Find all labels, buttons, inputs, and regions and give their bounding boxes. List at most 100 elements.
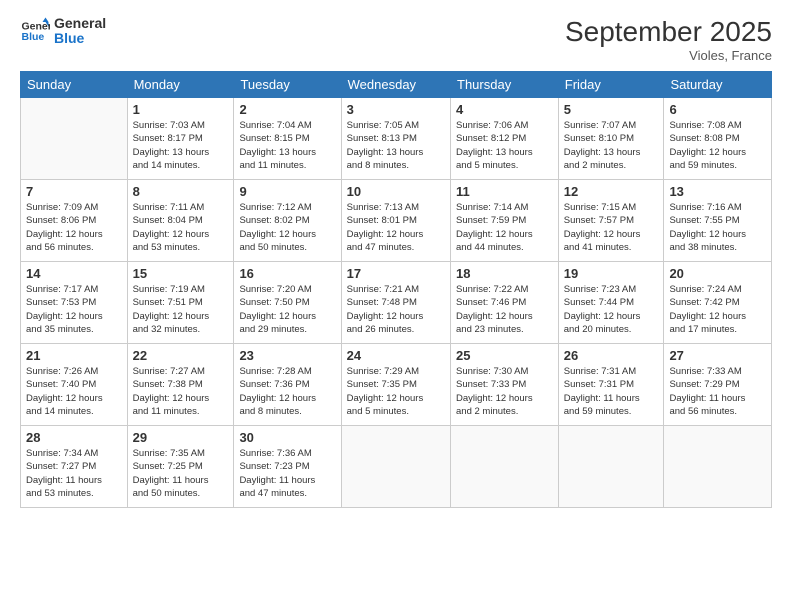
day-info: Sunrise: 7:35 AMSunset: 7:25 PMDaylight:…	[133, 447, 229, 500]
day-cell: 21Sunrise: 7:26 AMSunset: 7:40 PMDayligh…	[21, 344, 128, 426]
day-cell: 27 Sunrise: 7:33 AMSunset: 7:29 PMDayligh…	[664, 344, 772, 426]
day-number: 28	[26, 430, 122, 445]
day-header: Tuesday	[234, 72, 341, 98]
day-info: Sunrise: 7:05 AMSunset: 8:13 PMDaylight:…	[347, 119, 445, 172]
logo-line2: Blue	[54, 31, 106, 46]
day-number: 6	[669, 102, 766, 117]
day-number: 25	[456, 348, 553, 363]
day-cell: 22 Sunrise: 7:27 AMSunset: 7:38 PMDayligh…	[127, 344, 234, 426]
day-cell: 17 Sunrise: 7:21 AMSunset: 7:48 PMDayligh…	[341, 262, 450, 344]
day-info: Sunrise: 7:11 AMSunset: 8:04 PMDaylight:…	[133, 201, 229, 254]
day-cell: 18 Sunrise: 7:22 AMSunset: 7:46 PMDayligh…	[451, 262, 559, 344]
day-info: Sunrise: 7:27 AMSunset: 7:38 PMDaylight:…	[133, 365, 229, 418]
day-cell: 29Sunrise: 7:35 AMSunset: 7:25 PMDayligh…	[127, 426, 234, 508]
day-info: Sunrise: 7:36 AMSunset: 7:23 PMDaylight:…	[239, 447, 335, 500]
day-info: Sunrise: 7:29 AMSunset: 7:35 PMDaylight:…	[347, 365, 445, 418]
day-info: Sunrise: 7:34 AMSunset: 7:27 PMDaylight:…	[26, 447, 122, 500]
day-number: 13	[669, 184, 766, 199]
header-row: SundayMondayTuesdayWednesdayThursdayFrid…	[21, 72, 772, 98]
day-number: 17	[347, 266, 445, 281]
day-cell: 25 Sunrise: 7:30 AMSunset: 7:33 PMDayligh…	[451, 344, 559, 426]
day-info: Sunrise: 7:22 AMSunset: 7:46 PMDaylight:…	[456, 283, 553, 336]
week-row: 7 Sunrise: 7:09 AMSunset: 8:06 PMDaylight…	[21, 180, 772, 262]
day-number: 15	[133, 266, 229, 281]
day-number: 5	[564, 102, 659, 117]
day-info: Sunrise: 7:13 AMSunset: 8:01 PMDaylight:…	[347, 201, 445, 254]
logo: General Blue General Blue	[20, 16, 106, 47]
day-info: Sunrise: 7:17 AMSunset: 7:53 PMDaylight:…	[26, 283, 122, 336]
day-info: Sunrise: 7:14 AMSunset: 7:59 PMDaylight:…	[456, 201, 553, 254]
day-info: Sunrise: 7:20 AMSunset: 7:50 PMDaylight:…	[239, 283, 335, 336]
day-number: 10	[347, 184, 445, 199]
day-info: Sunrise: 7:03 AMSunset: 8:17 PMDaylight:…	[133, 119, 229, 172]
day-number: 2	[239, 102, 335, 117]
day-number: 12	[564, 184, 659, 199]
day-info: Sunrise: 7:07 AMSunset: 8:10 PMDaylight:…	[564, 119, 659, 172]
day-number: 23	[239, 348, 335, 363]
day-cell: 16Sunrise: 7:20 AMSunset: 7:50 PMDayligh…	[234, 262, 341, 344]
week-row: 1Sunrise: 7:03 AMSunset: 8:17 PMDaylight…	[21, 98, 772, 180]
day-cell	[341, 426, 450, 508]
day-cell: 20 Sunrise: 7:24 AMSunset: 7:42 PMDayligh…	[664, 262, 772, 344]
day-number: 22	[133, 348, 229, 363]
day-number: 18	[456, 266, 553, 281]
day-info: Sunrise: 7:08 AMSunset: 8:08 PMDaylight:…	[669, 119, 766, 172]
day-cell: 10 Sunrise: 7:13 AMSunset: 8:01 PMDayligh…	[341, 180, 450, 262]
day-number: 27	[669, 348, 766, 363]
day-cell: 26Sunrise: 7:31 AMSunset: 7:31 PMDayligh…	[558, 344, 664, 426]
day-cell	[451, 426, 559, 508]
logo-line1: General	[54, 16, 106, 31]
day-number: 8	[133, 184, 229, 199]
day-cell: 7 Sunrise: 7:09 AMSunset: 8:06 PMDaylight…	[21, 180, 128, 262]
day-info: Sunrise: 7:28 AMSunset: 7:36 PMDaylight:…	[239, 365, 335, 418]
day-number: 24	[347, 348, 445, 363]
logo-icon: General Blue	[20, 16, 50, 46]
day-info: Sunrise: 7:04 AMSunset: 8:15 PMDaylight:…	[239, 119, 335, 172]
day-cell	[558, 426, 664, 508]
day-number: 7	[26, 184, 122, 199]
day-cell: 14 Sunrise: 7:17 AMSunset: 7:53 PMDayligh…	[21, 262, 128, 344]
day-number: 19	[564, 266, 659, 281]
day-cell: 6 Sunrise: 7:08 AMSunset: 8:08 PMDaylight…	[664, 98, 772, 180]
day-cell: 5 Sunrise: 7:07 AMSunset: 8:10 PMDaylight…	[558, 98, 664, 180]
day-info: Sunrise: 7:21 AMSunset: 7:48 PMDaylight:…	[347, 283, 445, 336]
day-number: 4	[456, 102, 553, 117]
day-cell: 15 Sunrise: 7:19 AMSunset: 7:51 PMDayligh…	[127, 262, 234, 344]
location: Violes, France	[565, 48, 772, 63]
day-info: Sunrise: 7:15 AMSunset: 7:57 PMDaylight:…	[564, 201, 659, 254]
day-cell: 8 Sunrise: 7:11 AMSunset: 8:04 PMDaylight…	[127, 180, 234, 262]
day-cell: 1Sunrise: 7:03 AMSunset: 8:17 PMDaylight…	[127, 98, 234, 180]
day-cell: 19 Sunrise: 7:23 AMSunset: 7:44 PMDayligh…	[558, 262, 664, 344]
day-info: Sunrise: 7:12 AMSunset: 8:02 PMDaylight:…	[239, 201, 335, 254]
day-cell: 13Sunrise: 7:16 AMSunset: 7:55 PMDayligh…	[664, 180, 772, 262]
day-cell: 9 Sunrise: 7:12 AMSunset: 8:02 PMDaylight…	[234, 180, 341, 262]
day-number: 20	[669, 266, 766, 281]
day-info: Sunrise: 7:23 AMSunset: 7:44 PMDaylight:…	[564, 283, 659, 336]
day-cell: 23 Sunrise: 7:28 AMSunset: 7:36 PMDayligh…	[234, 344, 341, 426]
day-cell: 2 Sunrise: 7:04 AMSunset: 8:15 PMDaylight…	[234, 98, 341, 180]
day-cell: 3 Sunrise: 7:05 AMSunset: 8:13 PMDaylight…	[341, 98, 450, 180]
month-title: September 2025	[565, 16, 772, 48]
day-info: Sunrise: 7:30 AMSunset: 7:33 PMDaylight:…	[456, 365, 553, 418]
day-cell: 12 Sunrise: 7:15 AMSunset: 7:57 PMDayligh…	[558, 180, 664, 262]
calendar-table: SundayMondayTuesdayWednesdayThursdayFrid…	[20, 71, 772, 508]
day-cell	[664, 426, 772, 508]
day-info: Sunrise: 7:31 AMSunset: 7:31 PMDaylight:…	[564, 365, 659, 418]
page: General Blue General Blue September 2025…	[0, 0, 792, 612]
day-number: 9	[239, 184, 335, 199]
day-cell: 4Sunrise: 7:06 AMSunset: 8:12 PMDaylight…	[451, 98, 559, 180]
day-cell	[21, 98, 128, 180]
day-number: 30	[239, 430, 335, 445]
day-header: Saturday	[664, 72, 772, 98]
day-header: Friday	[558, 72, 664, 98]
week-row: 28 Sunrise: 7:34 AMSunset: 7:27 PMDayligh…	[21, 426, 772, 508]
day-info: Sunrise: 7:24 AMSunset: 7:42 PMDaylight:…	[669, 283, 766, 336]
day-number: 21	[26, 348, 122, 363]
day-info: Sunrise: 7:33 AMSunset: 7:29 PMDaylight:…	[669, 365, 766, 418]
day-info: Sunrise: 7:09 AMSunset: 8:06 PMDaylight:…	[26, 201, 122, 254]
day-info: Sunrise: 7:19 AMSunset: 7:51 PMDaylight:…	[133, 283, 229, 336]
day-number: 3	[347, 102, 445, 117]
day-number: 14	[26, 266, 122, 281]
day-header: Wednesday	[341, 72, 450, 98]
day-cell: 30 Sunrise: 7:36 AMSunset: 7:23 PMDayligh…	[234, 426, 341, 508]
